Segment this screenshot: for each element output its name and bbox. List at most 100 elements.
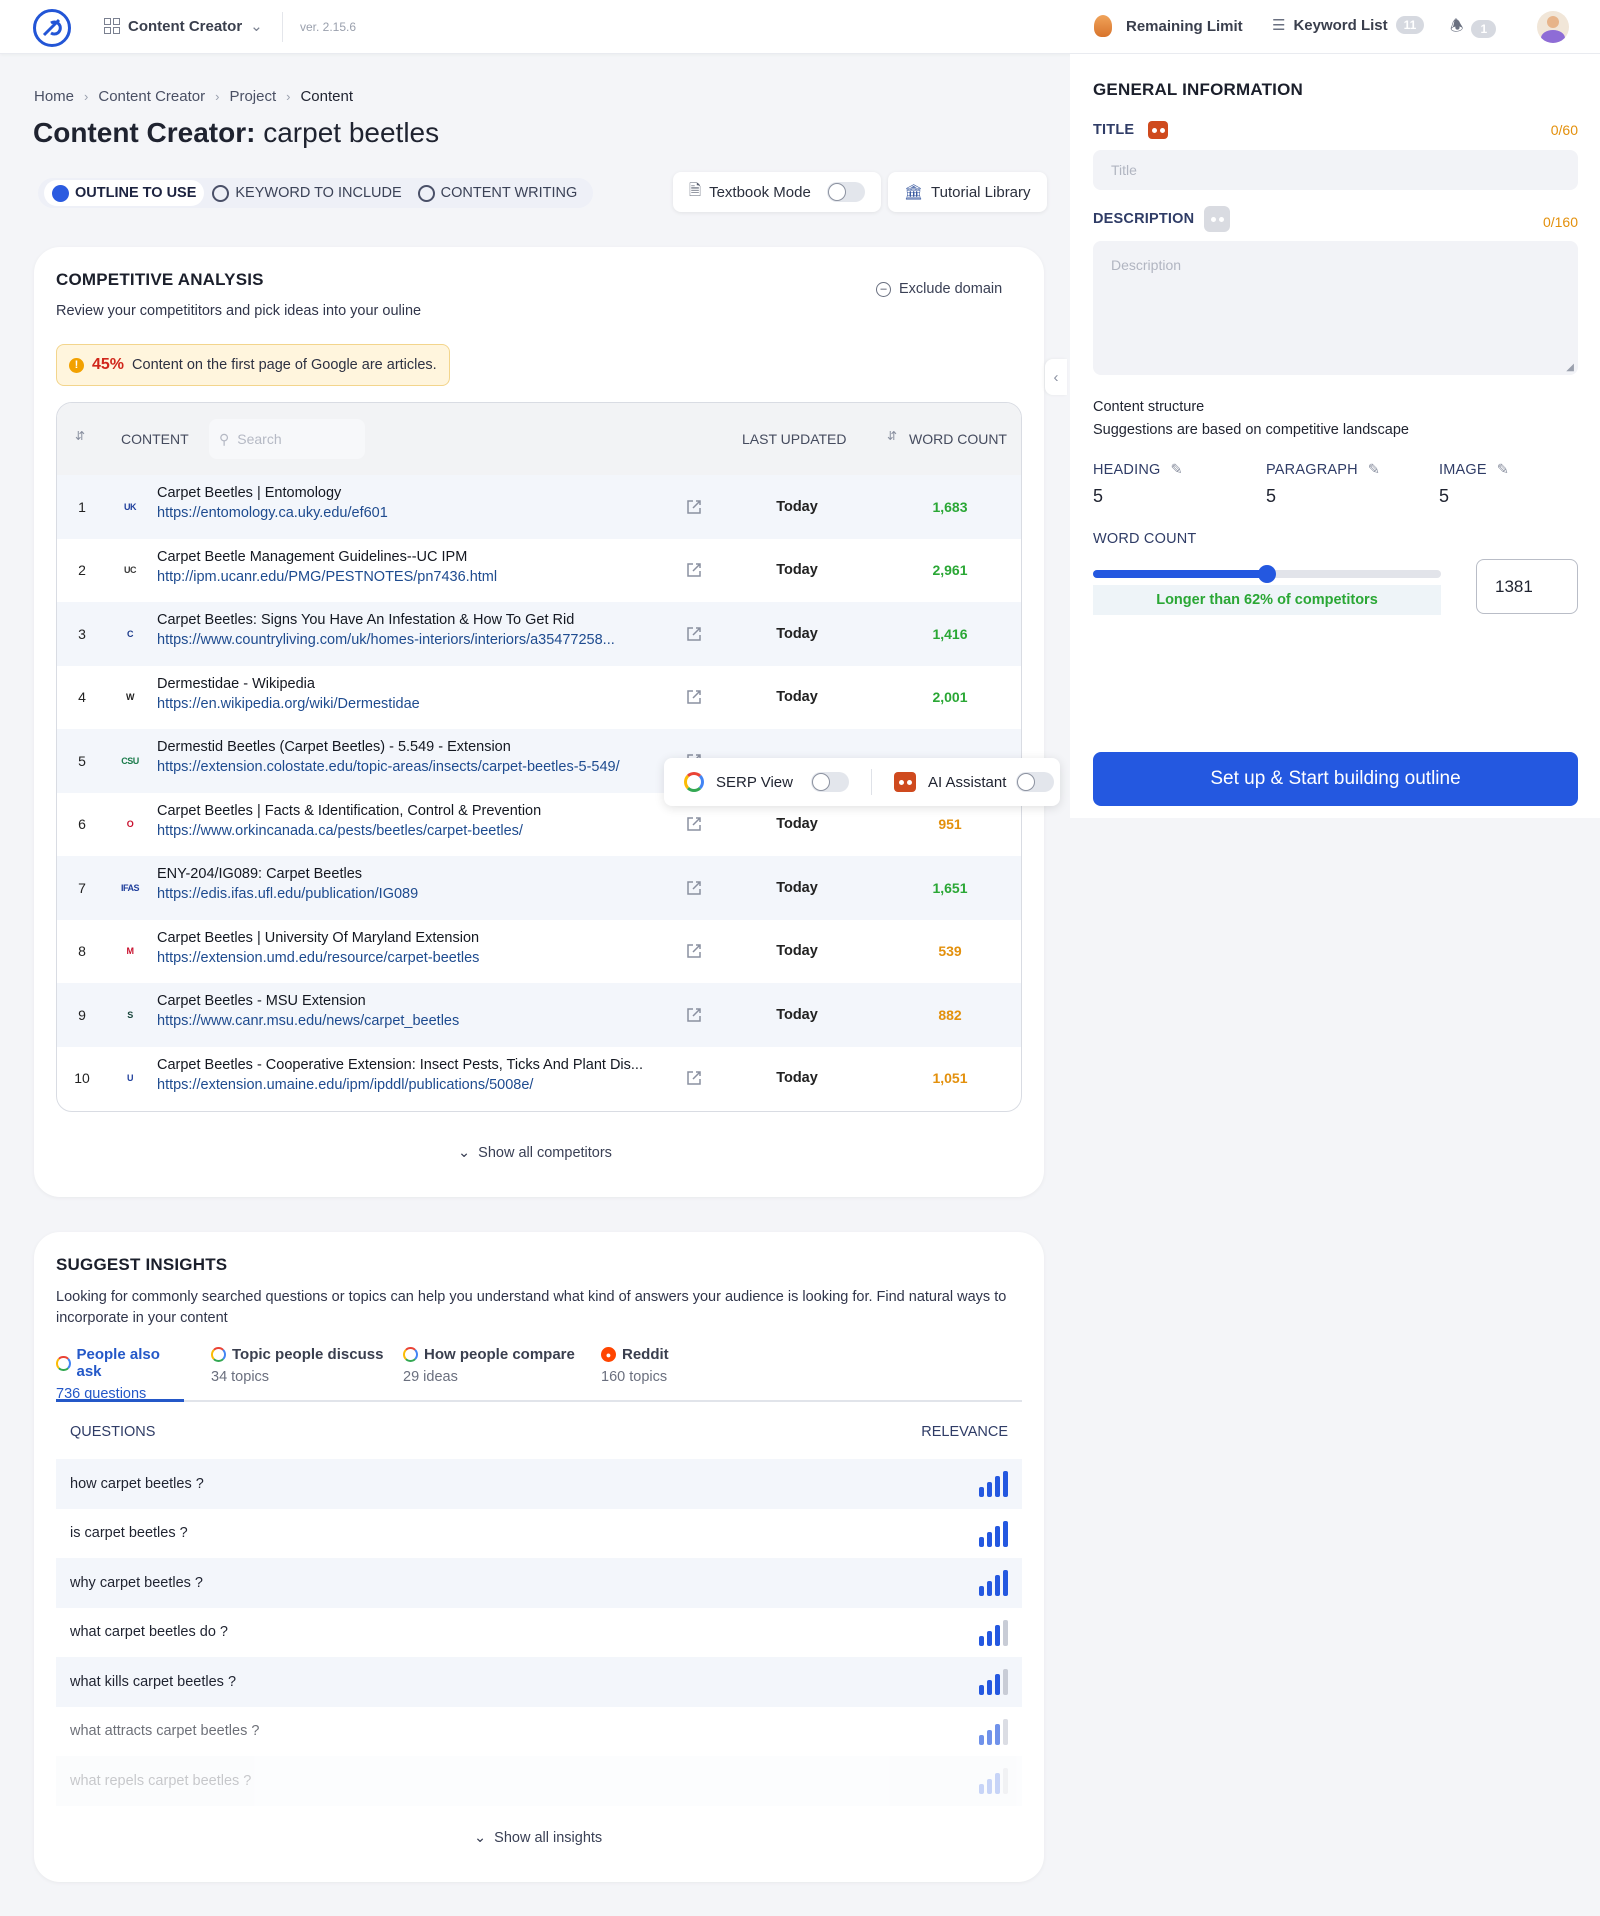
external-link-icon[interactable] [685, 561, 703, 579]
notifications-button[interactable]: 🕭 1 [1450, 16, 1497, 41]
question-row[interactable]: why carpet beetles ? [56, 1558, 1022, 1608]
pencil-icon[interactable]: ✎ [1497, 462, 1509, 478]
resize-handle-icon[interactable]: ◢ [1566, 362, 1574, 373]
mode-keyword-label: KEYWORD TO INCLUDE [235, 185, 402, 201]
row-title[interactable]: ENY-204/IG089: Carpet Beetles [157, 866, 657, 882]
row-url[interactable]: https://extension.umd.edu/resource/carpe… [157, 950, 657, 966]
tab-people-also-ask[interactable]: People also ask 736 questions [56, 1346, 184, 1402]
question-row[interactable]: what kills carpet beetles ? [56, 1657, 1022, 1707]
col-relevance-header: RELEVANCE [921, 1424, 1008, 1440]
table-row[interactable]: 2 UC Carpet Beetle Management Guidelines--… [57, 539, 1021, 603]
ai-generate-title-icon[interactable] [1148, 121, 1169, 139]
collapse-panel-button[interactable]: ‹ [1045, 359, 1067, 395]
row-title[interactable]: Carpet Beetles - MSU Extension [157, 993, 657, 1009]
breadcrumb-home[interactable]: Home [34, 88, 74, 105]
row-rank: 8 [78, 943, 86, 960]
external-link-icon[interactable] [685, 942, 703, 960]
row-title[interactable]: Dermestid Beetles (Carpet Beetles) - 5.5… [157, 739, 657, 755]
mode-keyword[interactable]: KEYWORD TO INCLUDE [204, 180, 409, 206]
row-url[interactable]: http://ipm.ucanr.edu/PMG/PESTNOTES/pn743… [157, 569, 657, 585]
keyword-list-button[interactable]: ☰ Keyword List 11 [1272, 16, 1425, 34]
question-row[interactable]: what repels carpet beetles ? [56, 1756, 1022, 1806]
row-url[interactable]: https://www.orkincanada.ca/pests/beetles… [157, 823, 657, 839]
textbook-mode-toggle[interactable] [826, 182, 865, 202]
show-all-competitors-button[interactable]: ⌄ Show all competitors [458, 1145, 612, 1161]
tab-how-people-compare[interactable]: How people compare 29 ideas [403, 1346, 575, 1385]
breadcrumb-project[interactable]: Project [229, 88, 276, 105]
mode-outline[interactable]: OUTLINE TO USE [44, 180, 205, 206]
external-link-icon[interactable] [685, 625, 703, 643]
row-title[interactable]: Carpet Beetles | Facts & Identification,… [157, 803, 657, 819]
question-row[interactable]: is carpet beetles ? [56, 1508, 1022, 1558]
coin-icon [1094, 15, 1112, 37]
question-text: why carpet beetles ? [70, 1574, 203, 1591]
external-link-icon[interactable] [685, 879, 703, 897]
external-link-icon[interactable] [685, 1006, 703, 1024]
external-link-icon[interactable] [685, 498, 703, 516]
textbook-mode-control[interactable]: 🗎 Textbook Mode [673, 172, 881, 212]
ai-generate-description-icon[interactable] [1204, 206, 1231, 232]
question-row[interactable]: what carpet beetles do ? [56, 1607, 1022, 1657]
exclude-domain-button[interactable]: – Exclude domain [876, 281, 1002, 297]
table-row[interactable]: 3 C Carpet Beetles: Signs You Have An Infe… [57, 602, 1021, 666]
app-logo[interactable] [33, 9, 71, 47]
title-input[interactable]: Title [1093, 150, 1578, 190]
external-link-icon[interactable] [685, 688, 703, 706]
table-row[interactable]: 10 U Carpet Beetles - Cooperative Extensio… [57, 1047, 1021, 1111]
question-text: is carpet beetles ? [70, 1525, 188, 1542]
row-url[interactable]: https://www.canr.msu.edu/news/carpet_bee… [157, 1013, 657, 1029]
table-row[interactable]: 8 M Carpet Beetles | University Of Marylan… [57, 920, 1021, 984]
paragraph-label: PARAGRAPH [1266, 462, 1358, 478]
row-title[interactable]: Carpet Beetles: Signs You Have An Infest… [157, 612, 657, 628]
row-content: Dermestidae - Wikipedia https://en.wikipe… [157, 676, 657, 712]
serp-view-toggle[interactable] [811, 772, 849, 792]
tutorial-library-button[interactable]: 🏛 Tutorial Library [888, 172, 1047, 212]
show-all-insights-button[interactable]: ⌄ Show all insights [474, 1830, 602, 1846]
table-search-input[interactable]: ⚲ Search [209, 419, 365, 459]
row-url[interactable]: https://entomology.ca.uky.edu/ef601 [157, 505, 657, 521]
table-row[interactable]: 1 UK Carpet Beetles | Entomology https://en… [57, 475, 1021, 539]
pencil-icon[interactable]: ✎ [1170, 462, 1182, 478]
row-title[interactable]: Carpet Beetle Management Guidelines--UC … [157, 549, 657, 565]
question-row[interactable]: how carpet beetles ? [56, 1459, 1022, 1509]
tab-reddit[interactable]: ● Reddit 160 topics [601, 1346, 669, 1385]
row-url[interactable]: https://en.wikipedia.org/wiki/Dermestida… [157, 696, 657, 712]
table-row[interactable]: 4 W Dermestidae - Wikipedia https://en.wiki… [57, 666, 1021, 730]
relevance-bar [1003, 1570, 1008, 1596]
avatar[interactable] [1537, 11, 1569, 43]
word-count-slider-handle[interactable] [1258, 565, 1276, 583]
word-count-input[interactable]: 1381 [1476, 559, 1578, 614]
row-url[interactable]: https://edis.ifas.ufl.edu/publication/IG… [157, 886, 657, 902]
site-favicon-icon: UK [124, 501, 137, 512]
row-rank: 9 [78, 1006, 86, 1023]
external-link-icon[interactable] [685, 1069, 703, 1087]
row-title[interactable]: Carpet Beetles | Entomology [157, 485, 657, 501]
sort-icon[interactable]: ⇵ [75, 429, 85, 443]
row-url[interactable]: https://extension.umaine.edu/ipm/ipddl/p… [157, 1077, 657, 1093]
row-title[interactable]: Carpet Beetles | University Of Maryland … [157, 930, 657, 946]
table-row[interactable]: 7 IFAS ENY-204/IG089: Carpet Beetles https:… [57, 856, 1021, 920]
start-building-outline-button[interactable]: Set up & Start building outline [1093, 752, 1578, 806]
col-word-count-header[interactable]: WORD COUNT [909, 431, 1007, 447]
breadcrumb-content-creator[interactable]: Content Creator [98, 88, 205, 105]
word-count-slider[interactable] [1093, 565, 1441, 583]
row-title[interactable]: Dermestidae - Wikipedia [157, 676, 657, 692]
table-row[interactable]: 9 S Carpet Beetles - MSU Extension https://… [57, 983, 1021, 1047]
mode-writing[interactable]: CONTENT WRITING [410, 180, 586, 206]
description-label-row: DESCRIPTION [1093, 206, 1231, 232]
external-link-icon[interactable] [685, 815, 703, 833]
tab-topic-people-discuss[interactable]: Topic people discuss 34 topics [211, 1346, 383, 1385]
sort-icon[interactable]: ⇵ [887, 429, 897, 443]
divider [282, 12, 283, 42]
col-last-updated-header[interactable]: LAST UPDATED [742, 431, 847, 447]
row-url[interactable]: https://extension.colostate.edu/topic-ar… [157, 759, 657, 775]
question-row[interactable]: what attracts carpet beetles ? [56, 1706, 1022, 1756]
description-textarea[interactable]: Description ◢ [1093, 241, 1578, 375]
row-title[interactable]: Carpet Beetles - Cooperative Extension: … [157, 1057, 657, 1073]
row-url[interactable]: https://www.countryliving.com/uk/homes-i… [157, 632, 657, 648]
app-switcher[interactable]: Content Creator ⌄ [104, 17, 263, 35]
ai-assistant-toggle[interactable] [1016, 772, 1055, 792]
pencil-icon[interactable]: ✎ [1368, 462, 1380, 478]
remaining-limit-button[interactable]: Remaining Limit [1094, 15, 1243, 37]
image-value: 5 [1439, 486, 1450, 506]
